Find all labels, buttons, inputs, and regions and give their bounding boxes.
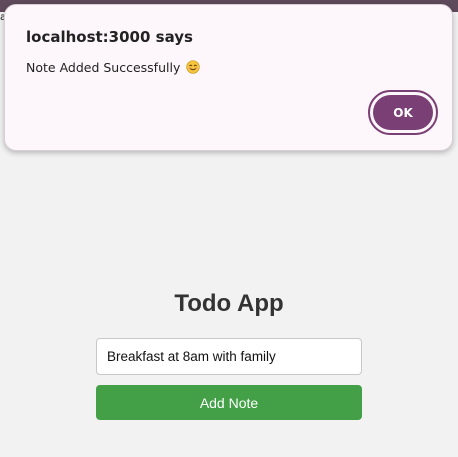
note-input[interactable] xyxy=(96,338,362,375)
smiling-face-icon xyxy=(186,60,200,74)
dialog-message-text: Note Added Successfully xyxy=(26,60,181,75)
add-note-button[interactable]: Add Note xyxy=(96,385,362,420)
ok-button[interactable]: OK xyxy=(373,95,433,130)
page-title: Todo App xyxy=(174,290,284,317)
dialog-message: Note Added Successfully xyxy=(26,60,200,75)
alert-dialog: localhost:3000 says Note Added Successfu… xyxy=(4,4,453,151)
ok-button-focus-ring: OK xyxy=(368,90,438,135)
dialog-title: localhost:3000 says xyxy=(26,28,193,46)
